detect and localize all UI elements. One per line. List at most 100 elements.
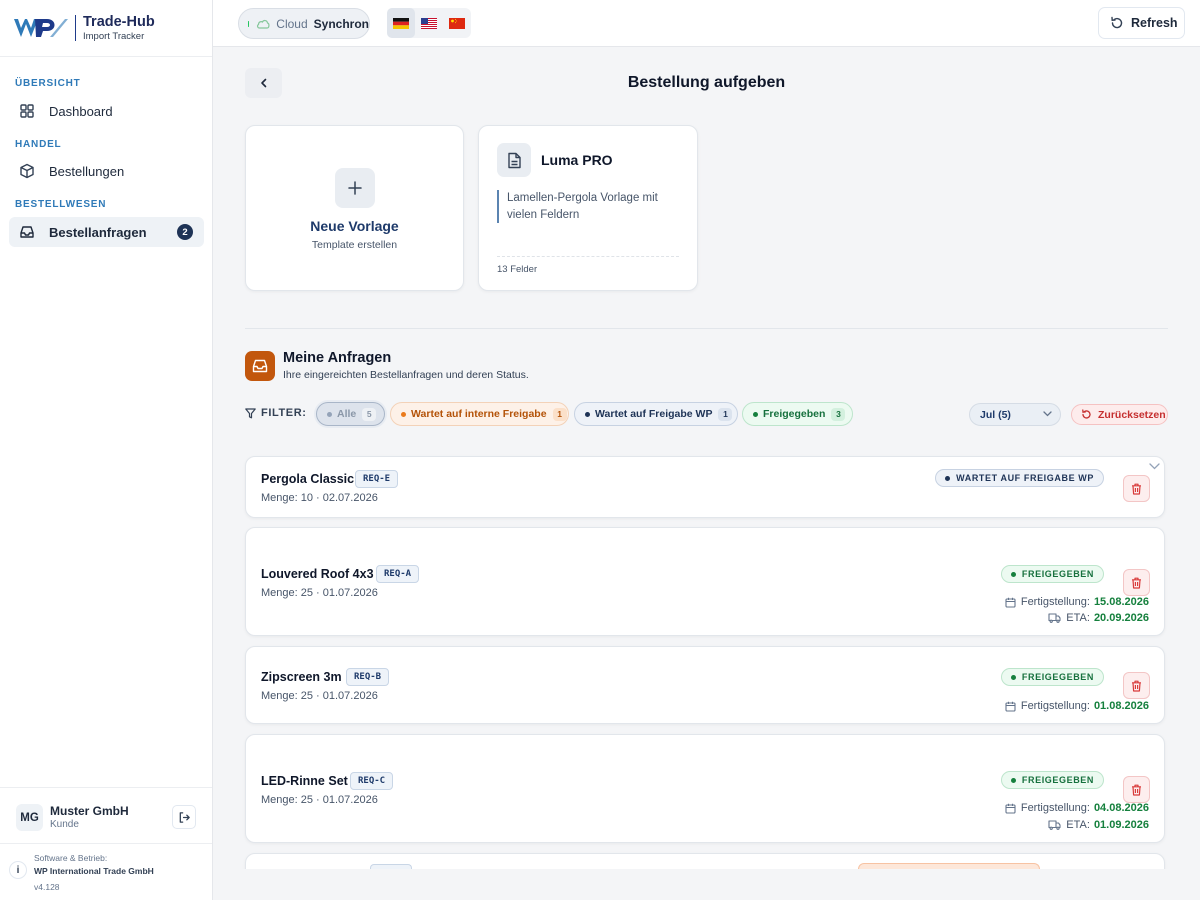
eta-line: ETA: 20.09.2026 xyxy=(1048,612,1149,624)
lang-de-button[interactable] xyxy=(387,8,415,38)
refresh-icon xyxy=(1110,16,1131,30)
filter-chip-freigegeben[interactable]: Freigegeben 3 xyxy=(742,402,853,426)
eta-line: ETA: 01.09.2026 xyxy=(1048,819,1149,831)
logout-icon xyxy=(178,811,191,824)
language-switcher xyxy=(387,8,471,38)
filter-chip-interne-freigabe[interactable]: Wartet auf interne Freigabe 1 xyxy=(390,402,569,426)
request-code: REQ-E xyxy=(355,470,399,488)
new-template-subtitle: Template erstellen xyxy=(311,239,398,251)
delete-button[interactable] xyxy=(1123,776,1150,803)
cloud-icon xyxy=(256,19,270,29)
lang-en-button[interactable] xyxy=(415,8,443,38)
new-template-title: Neue Vorlage xyxy=(310,218,399,234)
request-card[interactable]: Pergola Classic REQ-E Menge: 10 · 02.07.… xyxy=(245,456,1165,518)
calendar-icon xyxy=(1005,597,1021,608)
refresh-label: Refresh xyxy=(1131,16,1178,30)
request-code: REQ-A xyxy=(376,565,420,583)
request-card[interactable]: Louvered Roof 4x3 REQ-A Menge: 25 · 01.0… xyxy=(245,527,1165,636)
inbox-icon xyxy=(19,224,35,240)
request-card[interactable]: Zipscreen 3m REQ-B Menge: 25 · 01.07.202… xyxy=(245,646,1165,724)
truck-icon xyxy=(1048,820,1066,830)
sidebar-item-bestellungen[interactable]: Bestellungen xyxy=(9,156,204,186)
nav-section-uebersicht: ÜBERSICHT xyxy=(15,78,81,89)
de-flag-icon xyxy=(393,17,409,29)
request-name: Louvered Roof 4x3 xyxy=(261,567,374,581)
request-meta: Menge: 25 · 01.07.2026 xyxy=(261,587,378,599)
cloud-status: Synchron xyxy=(313,16,369,31)
nav-count-badge: 2 xyxy=(177,224,193,240)
plus-icon xyxy=(335,168,375,208)
request-name: LED-Rinne Set xyxy=(261,774,348,788)
filter-icon xyxy=(245,407,261,419)
trash-icon xyxy=(1131,483,1142,495)
brand-subtitle: Import Tracker xyxy=(83,30,145,42)
delete-button[interactable] xyxy=(1123,569,1150,596)
eta-date: 20.09.2026 xyxy=(1093,612,1149,624)
sidebar-item-label: Bestellanfragen xyxy=(49,224,147,240)
delete-button[interactable] xyxy=(1123,475,1150,502)
us-flag-icon xyxy=(421,17,437,29)
filter-count: 3 xyxy=(831,407,846,421)
template-divider xyxy=(497,256,679,257)
user-name: Muster GmbH xyxy=(50,804,129,818)
brand-name: Trade-Hub xyxy=(83,14,155,30)
filter-chip-freigabe-wp[interactable]: Wartet auf Freigabe WP 1 xyxy=(574,402,738,426)
footer-operator-name: WP International Trade GmbH xyxy=(34,866,154,876)
month-select[interactable]: Jul (5) xyxy=(969,403,1061,426)
request-code: REQ-B xyxy=(346,668,390,686)
trash-icon xyxy=(1131,784,1142,796)
calendar-icon xyxy=(1005,803,1021,814)
info-icon[interactable]: i xyxy=(9,861,27,879)
logout-button[interactable] xyxy=(172,805,196,829)
filter-chip-alle[interactable]: Alle 5 xyxy=(316,402,385,426)
request-name: Zipscreen 3m xyxy=(261,670,342,684)
refresh-button[interactable]: Refresh xyxy=(1098,7,1185,39)
template-description: Lamellen-Pergola Vorlage mit vielen Feld… xyxy=(497,190,677,223)
filter-label: FILTER: xyxy=(245,407,307,419)
brand[interactable]: Trade-Hub Import Tracker xyxy=(0,0,212,57)
status-badge: FREIGEGEBEN xyxy=(1000,771,1104,789)
user-panel: MG Muster GmbH Kunde xyxy=(0,787,212,844)
reset-icon xyxy=(1081,409,1098,420)
template-card-luma-pro[interactable]: Luma PRO Lamellen-Pergola Vorlage mit vi… xyxy=(478,125,698,291)
request-card[interactable]: LED-Rinne Set REQ-C Menge: 25 · 01.07.20… xyxy=(245,734,1165,843)
fertigstellung-line: Fertigstellung: 04.08.2026 xyxy=(1005,802,1149,814)
sidebar-item-bestellanfragen[interactable]: Bestellanfragen 2 xyxy=(9,217,204,247)
cloud-label: Cloud xyxy=(276,16,308,31)
expand-chevron-icon[interactable] xyxy=(1149,463,1160,470)
filter-count: 5 xyxy=(362,407,377,421)
requests-subtitle: Ihre eingereichten Bestellanfragen und d… xyxy=(283,369,529,381)
reset-filter-button[interactable]: Zurücksetzen xyxy=(1071,404,1168,425)
cloud-sync-status[interactable]: Cloud Synchron xyxy=(238,8,370,39)
cn-flag-icon xyxy=(449,17,465,29)
status-badge: FREIGEGEBEN xyxy=(1000,668,1104,686)
delete-button[interactable] xyxy=(1123,672,1150,699)
sidebar-item-dashboard[interactable]: Dashboard xyxy=(9,96,204,126)
sidebar-item-label: Dashboard xyxy=(49,103,113,119)
avatar: MG xyxy=(16,804,43,831)
status-badge: WARTET AUF FREIGABE WP xyxy=(935,469,1104,487)
truck-icon xyxy=(1048,613,1066,623)
request-meta: Menge: 25 · 01.07.2026 xyxy=(261,690,378,702)
template-title: Luma PRO xyxy=(541,152,613,168)
eta-date: 01.09.2026 xyxy=(1093,819,1149,831)
document-icon xyxy=(497,143,531,177)
user-role: Kunde xyxy=(50,819,79,830)
fertigstellung-date: 01.08.2026 xyxy=(1093,700,1149,712)
nav-section-handel: HANDEL xyxy=(15,139,62,150)
requests-title: Meine Anfragen xyxy=(283,350,392,366)
request-meta: Menge: 10 · 02.07.2026 xyxy=(261,492,378,504)
grid-icon xyxy=(19,103,35,119)
new-template-card[interactable]: Neue Vorlage Template erstellen xyxy=(245,125,464,291)
top-bar: Cloud Synchron Refresh xyxy=(213,0,1200,47)
filter-count: 1 xyxy=(552,407,567,421)
sidebar: Trade-Hub Import Tracker ÜBERSICHT Dashb… xyxy=(0,0,213,900)
fertigstellung-line: Fertigstellung: 01.08.2026 xyxy=(1005,700,1149,712)
trash-icon xyxy=(1131,577,1142,589)
lang-zh-button[interactable] xyxy=(443,8,471,38)
section-divider xyxy=(245,328,1168,329)
scroll-edge xyxy=(213,869,1200,900)
calendar-icon xyxy=(1005,701,1021,712)
fertigstellung-date: 04.08.2026 xyxy=(1093,802,1149,814)
wp-logo-icon xyxy=(13,16,69,40)
